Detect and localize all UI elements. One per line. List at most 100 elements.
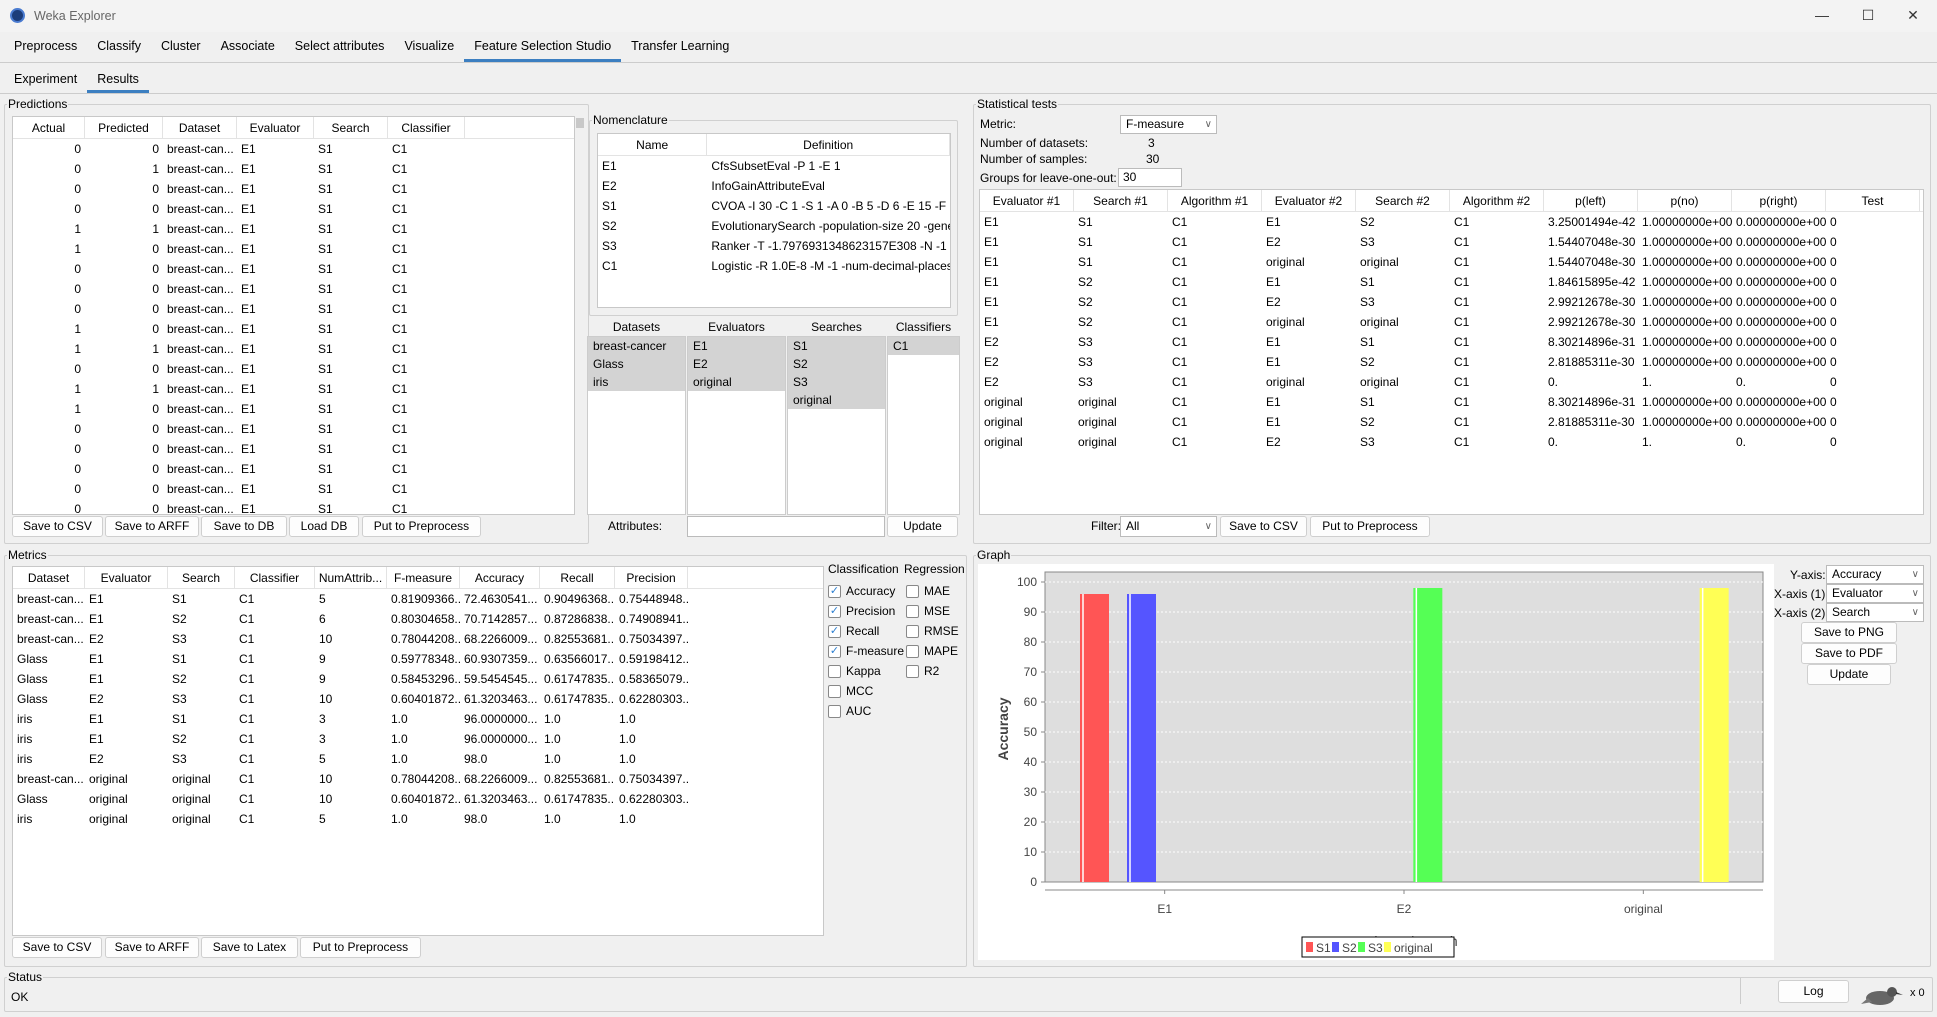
column-header[interactable]: Algorithm #2 bbox=[1450, 190, 1544, 211]
regression-checkbox-mse[interactable]: MSE bbox=[906, 602, 950, 620]
metric-row[interactable]: iris E1 S2 C1 3 1.0 96.0000000... 1.0 1.0 bbox=[13, 729, 823, 749]
attributes-input[interactable] bbox=[687, 516, 885, 537]
prediction-row[interactable]: 1 1 breast-can... E1 S1 C1 bbox=[13, 379, 574, 399]
prediction-row[interactable]: 0 0 breast-can... E1 S1 C1 bbox=[13, 299, 574, 319]
classification-checkbox-mcc[interactable]: MCC bbox=[828, 682, 873, 700]
log-button[interactable]: Log bbox=[1778, 980, 1849, 1003]
maximize-button[interactable]: ☐ bbox=[1853, 4, 1883, 26]
classification-checkbox-f-measure[interactable]: ✓ F-measure bbox=[828, 642, 904, 660]
stat-test-row[interactable]: E2 S3 C1 E1 S2 C1 2.81885311e-30 1.00000000e+00… bbox=[980, 352, 1923, 372]
searches-list-item[interactable]: S3 bbox=[788, 373, 885, 391]
checkbox-unchecked-icon[interactable] bbox=[906, 584, 919, 598]
prediction-row[interactable]: 0 0 breast-can... E1 S1 C1 bbox=[13, 359, 574, 379]
prediction-row[interactable]: 0 0 breast-can... E1 S1 C1 bbox=[13, 419, 574, 439]
classification-checkbox-kappa[interactable]: Kappa bbox=[828, 662, 881, 680]
metric-row[interactable]: Glass E1 S2 C1 9 0.58453296... 59.5454545... 0.… bbox=[13, 669, 823, 689]
prediction-row[interactable]: 0 0 breast-can... E1 S1 C1 bbox=[13, 499, 574, 514]
prediction-row[interactable]: 0 0 breast-can... E1 S1 C1 bbox=[13, 439, 574, 459]
checkbox-unchecked-icon[interactable] bbox=[906, 604, 919, 618]
predictions-save-to-csv-button[interactable]: Save to CSV bbox=[12, 516, 103, 537]
regression-checkbox-mae[interactable]: MAE bbox=[906, 582, 950, 600]
tab-preprocess[interactable]: Preprocess bbox=[4, 33, 87, 62]
column-header[interactable]: Precision bbox=[615, 567, 688, 588]
stat-test-row[interactable]: E2 S3 C1 E1 S1 C1 8.30214896e-31 1.00000000e+00… bbox=[980, 332, 1923, 352]
metric-row[interactable]: breast-can... E1 S1 C1 5 0.81909366... 72.4630… bbox=[13, 589, 823, 609]
evaluators-list[interactable]: E1 E2 original bbox=[687, 336, 786, 515]
column-header[interactable]: Evaluator bbox=[85, 567, 168, 588]
tab-cluster[interactable]: Cluster bbox=[151, 33, 211, 62]
predictions-save-to-db-button[interactable]: Save to DB bbox=[201, 516, 287, 537]
prediction-row[interactable]: 0 0 breast-can... E1 S1 C1 bbox=[13, 459, 574, 479]
predictions-table[interactable]: Actual Predicted Dataset Evaluator Search Cla… bbox=[12, 116, 575, 515]
checkbox-unchecked-icon[interactable] bbox=[828, 664, 841, 678]
column-header[interactable]: Name bbox=[598, 134, 708, 155]
prediction-row[interactable]: 1 1 breast-can... E1 S1 C1 bbox=[13, 219, 574, 239]
stat-test-row[interactable]: E1 S1 C1 E1 S2 C1 3.25001494e-42 1.00000000e+00… bbox=[980, 212, 1923, 232]
predictions-save-to-arff-button[interactable]: Save to ARFF bbox=[105, 516, 199, 537]
metric-row[interactable]: iris E2 S3 C1 5 1.0 98.0 1.0 1.0 bbox=[13, 749, 823, 769]
nomenclature-row[interactable]: S1 CVOA -I 30 -C 1 -S 1 -A 0 -B 5 -D 6 -E… bbox=[598, 196, 950, 216]
x-axis1-select[interactable]: Evaluator ∨ bbox=[1826, 584, 1924, 603]
subtab-experiment[interactable]: Experiment bbox=[4, 66, 87, 93]
column-header[interactable]: Predicted bbox=[85, 117, 163, 138]
tab-associate[interactable]: Associate bbox=[211, 33, 285, 62]
column-header[interactable]: Recall bbox=[540, 567, 615, 588]
checkbox-unchecked-icon[interactable] bbox=[906, 624, 919, 638]
classifiers-list[interactable]: C1 bbox=[887, 336, 960, 515]
column-header[interactable]: Search #1 bbox=[1074, 190, 1168, 211]
close-button[interactable]: ✕ bbox=[1898, 4, 1928, 26]
column-header[interactable]: Accuracy bbox=[460, 567, 540, 588]
metric-row[interactable]: Glass E1 S1 C1 9 0.59778348... 60.9307359... 0.… bbox=[13, 649, 823, 669]
prediction-row[interactable]: 1 0 breast-can... E1 S1 C1 bbox=[13, 319, 574, 339]
column-header[interactable]: Search #2 bbox=[1356, 190, 1450, 211]
column-header[interactable]: Dataset bbox=[163, 117, 237, 138]
regression-checkbox-r2[interactable]: R2 bbox=[906, 662, 939, 680]
metrics-save-to-latex-button[interactable]: Save to Latex bbox=[201, 937, 298, 958]
predictions-load-db-button[interactable]: Load DB bbox=[289, 516, 359, 537]
stats-save-csv-button[interactable]: Save to CSV bbox=[1220, 516, 1307, 537]
prediction-row[interactable]: 1 0 breast-can... E1 S1 C1 bbox=[13, 399, 574, 419]
classification-checkbox-auc[interactable]: AUC bbox=[828, 702, 871, 720]
column-header[interactable]: Evaluator #1 bbox=[980, 190, 1074, 211]
evaluators-list-item[interactable]: E2 bbox=[688, 355, 785, 373]
prediction-row[interactable]: 0 0 breast-can... E1 S1 C1 bbox=[13, 199, 574, 219]
column-header[interactable]: Test bbox=[1826, 190, 1920, 211]
column-header[interactable]: NumAttrib... bbox=[315, 567, 387, 588]
column-header[interactable]: Evaluator bbox=[237, 117, 314, 138]
metric-row[interactable]: Glass original original C1 10 0.60401872... 61… bbox=[13, 789, 823, 809]
searches-list-item[interactable]: original bbox=[788, 391, 885, 409]
datasets-list[interactable]: breast-cancer Glass iris bbox=[587, 336, 686, 515]
prediction-row[interactable]: 0 0 breast-can... E1 S1 C1 bbox=[13, 179, 574, 199]
stat-test-row[interactable]: E2 S3 C1 original original C1 0. 1. 0. 0 bbox=[980, 372, 1923, 392]
metric-row[interactable]: Glass E2 S3 C1 10 0.60401872... 61.3203463... 0… bbox=[13, 689, 823, 709]
datasets-list-item[interactable]: breast-cancer bbox=[588, 337, 685, 355]
column-header[interactable]: p(right) bbox=[1732, 190, 1826, 211]
prediction-row[interactable]: 0 0 breast-can... E1 S1 C1 bbox=[13, 279, 574, 299]
checkbox-unchecked-icon[interactable] bbox=[906, 664, 919, 678]
nomenclature-row[interactable]: S3 Ranker -T -1.7976931348623157E308 -N -… bbox=[598, 236, 950, 256]
tab-feature-selection-studio[interactable]: Feature Selection Studio bbox=[464, 33, 622, 62]
column-header[interactable]: F-measure bbox=[387, 567, 460, 588]
checkbox-checked-icon[interactable]: ✓ bbox=[828, 644, 841, 658]
stat-test-row[interactable]: E1 S2 C1 original original C1 2.99212678e-30 1.… bbox=[980, 312, 1923, 332]
metric-row[interactable]: breast-can... original original C1 10 0.78044… bbox=[13, 769, 823, 789]
y-axis-select[interactable]: Accuracy ∨ bbox=[1826, 565, 1924, 584]
metric-select[interactable]: F-measure ∨ bbox=[1120, 115, 1217, 134]
classification-checkbox-precision[interactable]: ✓ Precision bbox=[828, 602, 895, 620]
metrics-save-to-arff-button[interactable]: Save to ARFF bbox=[105, 937, 199, 958]
metrics-table[interactable]: Dataset Evaluator Search Classifier NumAttri… bbox=[12, 566, 824, 936]
tab-select-attributes[interactable]: Select attributes bbox=[285, 33, 395, 62]
prediction-row[interactable]: 1 1 breast-can... E1 S1 C1 bbox=[13, 339, 574, 359]
prediction-row[interactable]: 0 0 breast-can... E1 S1 C1 bbox=[13, 479, 574, 499]
column-header[interactable]: Definition bbox=[707, 134, 950, 155]
metric-row[interactable]: breast-can... E1 S2 C1 6 0.80304658... 70.7142… bbox=[13, 609, 823, 629]
nomenclature-table[interactable]: Name Definition E1 CfsSubsetEval -P 1 -E 1E… bbox=[597, 133, 951, 308]
stat-test-row[interactable]: E1 S2 C1 E2 S3 C1 2.99212678e-30 1.00000000e+00… bbox=[980, 292, 1923, 312]
classification-checkbox-recall[interactable]: ✓ Recall bbox=[828, 622, 879, 640]
metric-row[interactable]: iris E1 S1 C1 3 1.0 96.0000000... 1.0 1.0 bbox=[13, 709, 823, 729]
x-axis2-select[interactable]: Search ∨ bbox=[1826, 603, 1924, 622]
evaluators-list-item[interactable]: original bbox=[688, 373, 785, 391]
column-header[interactable]: p(no) bbox=[1638, 190, 1732, 211]
metrics-save-to-csv-button[interactable]: Save to CSV bbox=[12, 937, 102, 958]
stat-test-row[interactable]: original original C1 E1 S2 C1 2.81885311e-30 1.… bbox=[980, 412, 1923, 432]
